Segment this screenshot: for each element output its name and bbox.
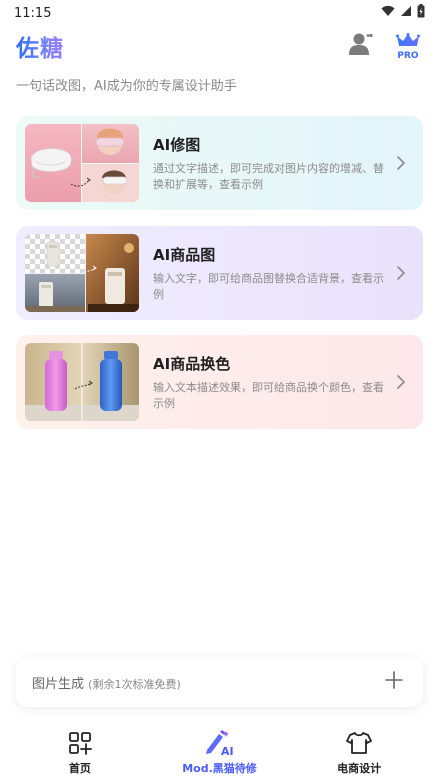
card-ai-retouch-title: AI修图 xyxy=(153,135,201,154)
ai-product-image-thumbnail xyxy=(25,234,139,312)
tab-ecommerce-design-label: 电商设计 xyxy=(337,762,382,775)
home-grid-icon xyxy=(68,728,92,758)
ai-pen-icon: AI xyxy=(204,728,234,758)
status-icons xyxy=(381,4,425,22)
card-ai-retouch[interactable]: AI修图 通过文字描述，即可完成对图片内容的增减、替换和扩展等，查看示例 xyxy=(16,116,423,210)
image-generate-input[interactable]: 图片生成 (剩余1次标准免费) xyxy=(16,657,423,707)
chevron-right-icon xyxy=(393,374,409,390)
account-button[interactable] xyxy=(347,32,375,60)
image-generate-placeholder: 图片生成 (剩余1次标准免费) xyxy=(32,673,181,692)
add-button[interactable] xyxy=(383,671,405,693)
tab-ai[interactable]: AI Mod.黑猫待修 xyxy=(154,728,284,776)
chevron-right-icon xyxy=(393,155,409,171)
tab-home[interactable]: 首页 xyxy=(15,728,145,776)
bottom-tab-bar: 首页 AI Mod.黑猫待修 电商设计 xyxy=(0,722,439,782)
account-icon xyxy=(348,32,374,60)
ai-retouch-thumbnail xyxy=(25,124,139,202)
card-ai-product-image[interactable]: AI商品图 输入文字，即可给商品图替换合适背景，查看示例 xyxy=(16,226,423,320)
status-bar: 11:15 xyxy=(0,0,439,26)
plus-icon xyxy=(385,671,403,693)
card-ai-retouch-desc: 通过文字描述，即可完成对图片内容的增减、替换和扩展等，查看示例 xyxy=(153,161,384,191)
app-screen: 11:15 佐糖 PRO 一句话改图，AI成为你的专属设计助手 AI修图 通过文… xyxy=(0,0,439,782)
chevron-right-icon xyxy=(393,265,409,281)
pro-badge-text: PRO xyxy=(397,50,419,61)
ai-product-recolor-thumbnail xyxy=(25,343,139,421)
card-ai-product-image-title: AI商品图 xyxy=(153,245,216,264)
card-ai-product-recolor[interactable]: AI商品换色 输入文本描述效果，即可给商品换个颜色，查看示例 xyxy=(16,335,423,429)
page-subtitle: 一句话改图，AI成为你的专属设计助手 xyxy=(16,79,237,94)
tab-home-label: 首页 xyxy=(68,762,91,775)
card-ai-product-recolor-desc: 输入文本描述效果，即可给商品换个颜色，查看示例 xyxy=(153,380,384,410)
image-generate-quota: (剩余1次标准免费) xyxy=(88,677,181,691)
card-ai-product-image-text: AI商品图 输入文字，即可给商品图替换合适背景，查看示例 xyxy=(153,244,393,303)
crown-icon xyxy=(396,32,420,51)
app-title: 佐糖 xyxy=(16,29,64,63)
wifi-icon xyxy=(381,5,395,21)
pro-button[interactable]: PRO xyxy=(393,30,423,62)
card-ai-retouch-text: AI修图 通过文字描述，即可完成对图片内容的增减、替换和扩展等，查看示例 xyxy=(153,134,393,193)
card-ai-product-image-desc: 输入文字，即可给商品图替换合适背景，查看示例 xyxy=(153,271,384,301)
card-ai-product-recolor-text: AI商品换色 输入文本描述效果，即可给商品换个颜色，查看示例 xyxy=(153,353,393,412)
tshirt-icon xyxy=(346,728,373,758)
header-actions: PRO xyxy=(347,30,423,62)
svg-text:AI: AI xyxy=(221,745,234,757)
image-generate-label: 图片生成 xyxy=(32,676,85,692)
card-ai-product-recolor-title: AI商品换色 xyxy=(153,354,231,373)
tab-ai-label: Mod.黑猫待修 xyxy=(182,762,257,775)
signal-icon xyxy=(400,5,412,21)
tab-ecommerce-design[interactable]: 电商设计 xyxy=(294,728,424,776)
status-time: 11:15 xyxy=(14,5,52,21)
battery-icon xyxy=(417,4,425,22)
app-header: 佐糖 PRO xyxy=(0,28,439,64)
